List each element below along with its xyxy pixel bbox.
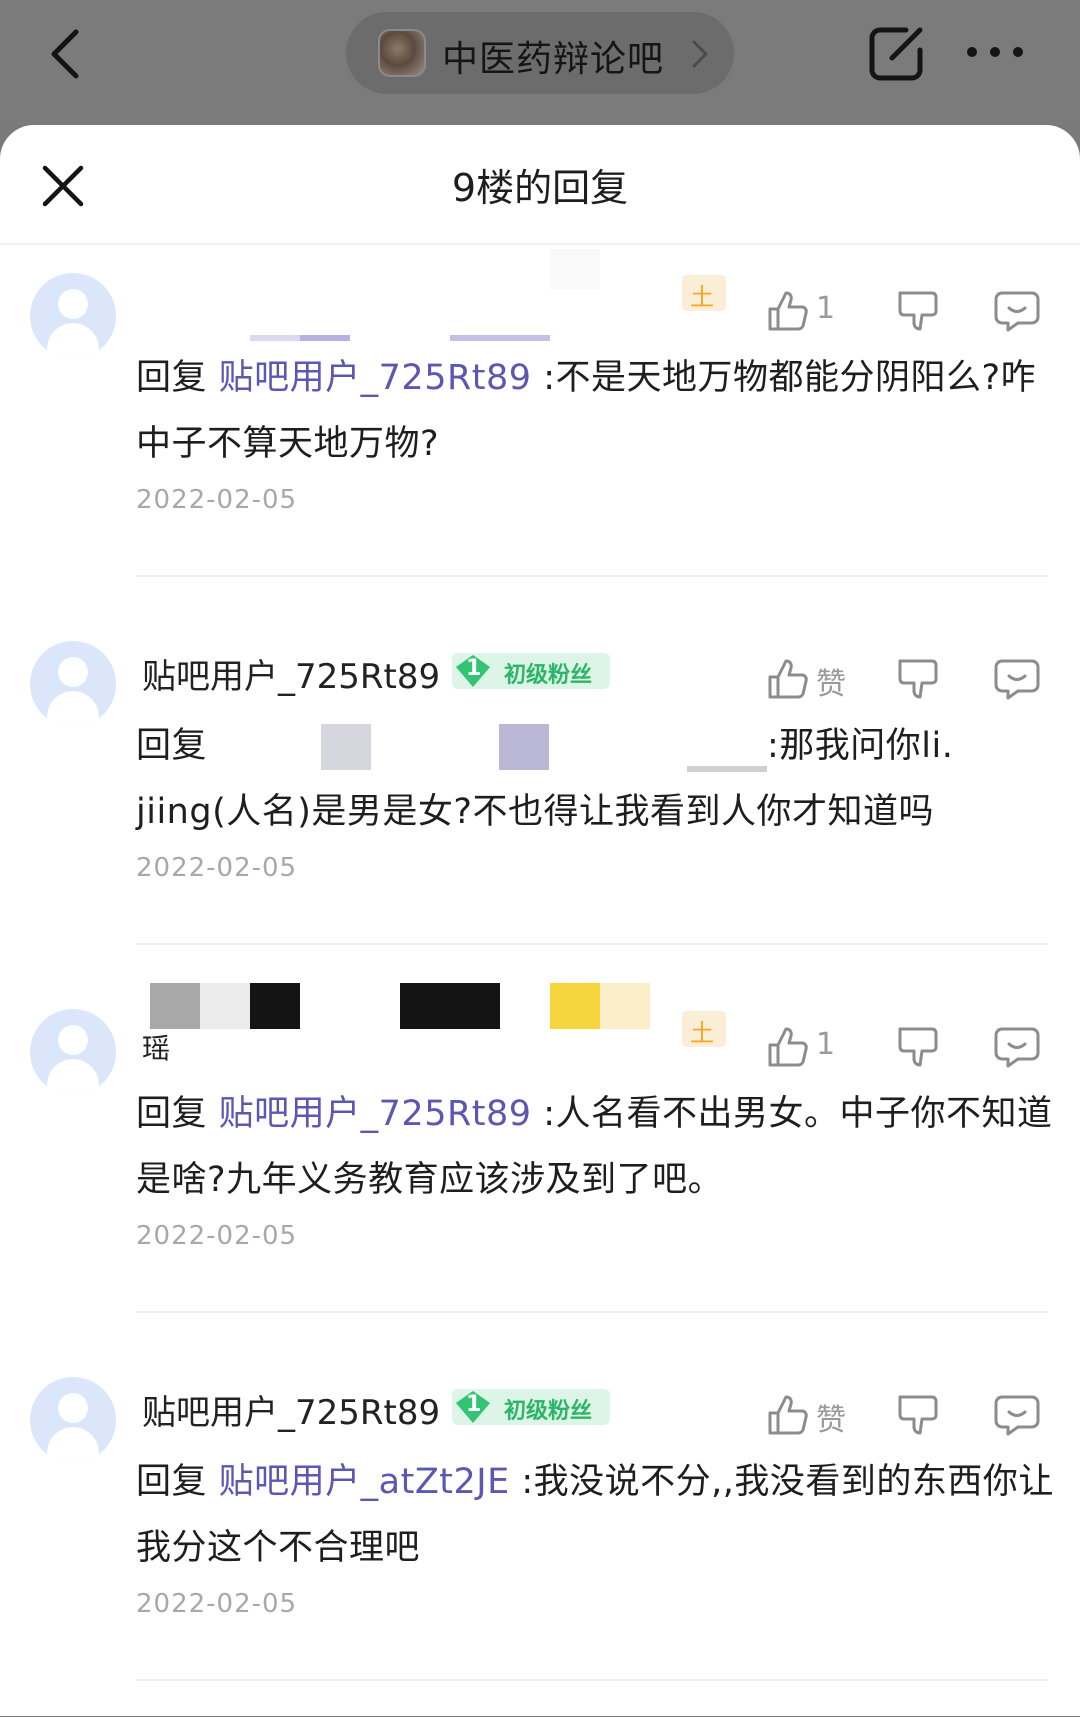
reply-date: 2022-02-05: [136, 1589, 298, 1619]
chevron-right-icon: [692, 40, 708, 68]
avatar[interactable]: [30, 1377, 116, 1463]
reply-content: 回复 :那我问你li. jiing(人名)是男是女?不也得让我看到人你才知道吗: [136, 713, 1056, 845]
thumbs-down-icon: [898, 291, 938, 331]
dislike-button[interactable]: [896, 657, 940, 703]
mention-link[interactable]: 贴吧用户_atZt2JE: [219, 1462, 510, 1502]
thumbs-up-icon: [768, 1027, 808, 1067]
comment-button[interactable]: [994, 1025, 1040, 1071]
thumbs-up-icon: [768, 1395, 808, 1435]
username[interactable]: 贴吧用户_725Rt89: [142, 1385, 440, 1434]
reply-date: 2022-02-05: [136, 853, 298, 883]
redacted-area: [450, 335, 550, 341]
more-dots-icon: [967, 47, 1023, 57]
reply-prefix: 回复: [136, 358, 208, 398]
reply-sheet: 9楼的回复 土 1 回复 贴吧用户_725Rt89:不是天地万物都能分阴阳么?…: [0, 125, 1080, 1716]
forum-avatar: [378, 29, 426, 77]
thumbs-down-icon: [898, 1395, 938, 1435]
reply-prefix: 回复: [136, 1094, 208, 1134]
redacted-area: [200, 983, 250, 1029]
forum-name: 中医药辩论吧: [442, 39, 665, 80]
reply-item: 贴吧用户_725Rt89 1 初级粉丝 赞 回复: [0, 1349, 1080, 1717]
comment-icon: [994, 291, 1040, 332]
avatar[interactable]: [30, 641, 116, 727]
fan-label: 初级粉丝: [504, 1399, 593, 1424]
redacted-area: [550, 983, 600, 1029]
comment-button[interactable]: [994, 289, 1040, 335]
username[interactable]: 贴吧用户_725Rt89: [142, 649, 440, 698]
username[interactable]: 瑶: [142, 1027, 170, 1067]
fan-level: 1: [466, 656, 482, 681]
mention-link[interactable]: 贴吧用户_725Rt89: [219, 358, 532, 398]
redacted-mention: [207, 722, 768, 772]
like-button[interactable]: 1: [766, 1025, 876, 1071]
like-label: 赞: [816, 1403, 846, 1438]
like-label: 赞: [816, 667, 846, 702]
comment-icon: [994, 1027, 1040, 1068]
fan-level-badge: 1 初级粉丝: [452, 653, 610, 689]
dislike-button[interactable]: [896, 1025, 940, 1071]
reply-content: 回复 贴吧用户_atZt2JE :我没说不分,,我没看到的东西你让我分这个不合理…: [136, 1449, 1056, 1581]
divider: [136, 943, 1048, 945]
redacted-area: [150, 983, 200, 1029]
reply-item: 贴吧用户_725Rt89 1 初级粉丝 赞 回复: [0, 613, 1080, 981]
forum-entry[interactable]: 中医药辩论吧: [346, 12, 734, 94]
reply-item: 土 1 回复 贴吧用户_725Rt89 :不是天地万物都能分阴阳么?咋中子不算天…: [0, 245, 1080, 613]
divider: [136, 1311, 1048, 1313]
divider: [136, 575, 1048, 577]
divider: [136, 1679, 1048, 1681]
level-badge: 土: [682, 275, 726, 311]
reply-content: 回复 贴吧用户_725Rt89 :不是天地万物都能分阴阳么?咋中子不算天地万物?: [136, 345, 1056, 477]
sheet-header: 9楼的回复: [0, 125, 1080, 245]
more-button[interactable]: [964, 40, 1026, 64]
thumbs-up-icon: [768, 659, 808, 699]
redacted-area: [400, 983, 500, 1029]
reply-item: 瑶 土 1 回复 贴吧用户_725Rt89:人名看不出男女。中子你不知道是啥?…: [0, 981, 1080, 1349]
edit-icon: [869, 27, 923, 81]
reply-date: 2022-02-05: [136, 1221, 298, 1251]
redacted-area: [300, 335, 350, 341]
comment-icon: [994, 659, 1040, 700]
thumbs-up-icon: [768, 291, 808, 331]
fan-label: 初级粉丝: [504, 663, 593, 688]
comment-button[interactable]: [994, 1393, 1040, 1439]
redacted-area: [600, 983, 650, 1029]
like-count: 1: [816, 291, 836, 326]
like-button[interactable]: 1: [766, 289, 876, 335]
thumbs-down-icon: [898, 1027, 938, 1067]
top-nav-bar: 中医药辩论吧: [0, 0, 1080, 125]
like-count: 1: [816, 1027, 836, 1062]
reply-date: 2022-02-05: [136, 485, 298, 515]
redacted-area: [550, 249, 600, 289]
like-button[interactable]: 赞: [766, 1393, 876, 1439]
avatar[interactable]: [30, 273, 116, 359]
comment-button[interactable]: [994, 657, 1040, 703]
sheet-title: 9楼的回复: [451, 166, 629, 210]
compose-button[interactable]: [866, 22, 928, 84]
back-button[interactable]: [40, 22, 96, 86]
reply-prefix: 回复: [136, 726, 208, 766]
fan-level: 1: [466, 1392, 482, 1417]
dislike-button[interactable]: [896, 289, 940, 335]
fan-level-badge: 1 初级粉丝: [452, 1389, 610, 1425]
like-button[interactable]: 赞: [766, 657, 876, 703]
mention-link[interactable]: 贴吧用户_725Rt89: [219, 1094, 532, 1134]
chevron-left-icon: [51, 29, 79, 79]
thumbs-down-icon: [898, 659, 938, 699]
level-badge: 土: [682, 1011, 726, 1047]
reply-content: 回复 贴吧用户_725Rt89 :人名看不出男女。中子你不知道是啥?九年义务教育…: [136, 1081, 1056, 1213]
redacted-area: [250, 983, 300, 1029]
comment-icon: [994, 1395, 1040, 1436]
dislike-button[interactable]: [896, 1393, 940, 1439]
reply-prefix: 回复: [136, 1462, 208, 1502]
avatar[interactable]: [30, 1009, 116, 1095]
